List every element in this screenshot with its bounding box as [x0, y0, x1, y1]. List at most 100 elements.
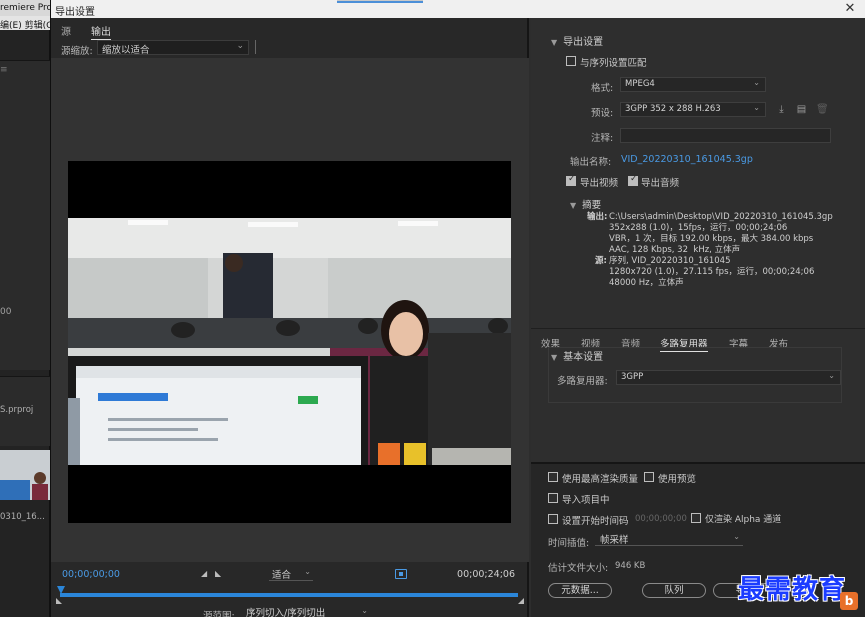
panel-menu-icon[interactable]: ≡ [0, 65, 8, 75]
max-render-quality-label: 使用最高渲染质量 [562, 474, 639, 485]
render-alpha-only-checkbox[interactable] [691, 513, 701, 523]
mark-in-icon[interactable]: ◢ [201, 569, 207, 578]
save-preset-icon[interactable]: ⤓ [776, 104, 787, 115]
summary-output-label: 输出: [587, 212, 608, 222]
export-audio-label: 导出音频 [641, 178, 680, 189]
dialog-title-bar: 导出设置 [51, 0, 865, 18]
basic-settings-header[interactable]: ▼ 基本设置 [551, 348, 603, 363]
tab-source[interactable]: 源 [61, 23, 71, 38]
preset-select[interactable]: 3GPP 352 x 288 H.263 ⌄ [620, 102, 766, 117]
summary-header[interactable]: ▼ 摘要 [570, 197, 601, 211]
close-icon[interactable]: ✕ [839, 0, 861, 18]
preset-label: 预设: [591, 108, 614, 119]
summary-output-block: C:\Users\admin\Desktop\VID_20220310_1610… [609, 212, 833, 256]
source-range-select[interactable]: 序列切入/序列切出 ⌄ [241, 605, 371, 617]
estimated-size-label: 估计文件大小: [548, 563, 609, 574]
import-preset-icon[interactable]: ▤ [796, 104, 807, 115]
max-render-quality-checkbox[interactable] [548, 472, 558, 482]
zoom-fit-value: 适合 [272, 570, 292, 581]
chevron-down-icon: ⌄ [733, 532, 740, 541]
summary-output-line: C:\Users\admin\Desktop\VID_20220310_1610… [609, 212, 833, 222]
export-settings-title: 导出设置 [563, 37, 604, 48]
time-interpolation-label: 时间插值: [548, 538, 590, 549]
import-into-project-checkbox[interactable] [548, 493, 558, 503]
collapse-triangle-icon: ▼ [551, 353, 558, 362]
output-name-label: 输出名称: [570, 157, 612, 168]
dialog-title: 导出设置 [55, 7, 95, 18]
queue-button[interactable]: 队列 [642, 583, 706, 598]
background-clip-thumbnail[interactable] [0, 450, 50, 500]
summary-output-line: AAC, 128 Kbps, 32 kHz, 立体声 [609, 245, 741, 255]
background-clip-name: 0310_16... [0, 512, 45, 522]
background-menu-clip[interactable]: 剪辑(C [25, 21, 50, 30]
background-project-file: S.prproj [0, 405, 34, 415]
range-out-handle[interactable] [518, 598, 524, 604]
background-menu-edit[interactable]: 编(E) [0, 21, 22, 30]
export-frame-icon[interactable] [395, 569, 407, 579]
source-range-value: 序列切入/序列切出 [246, 608, 326, 617]
export-settings-header[interactable]: ▼ 导出设置 [551, 33, 603, 48]
source-scale-select[interactable]: 缩放以适合 ⌄ [97, 40, 249, 56]
timeline-track[interactable] [60, 593, 518, 597]
estimated-size-value: 946 KB [615, 561, 646, 571]
use-previews-checkbox[interactable] [644, 472, 654, 482]
preset-value: 3GPP 352 x 288 H.263 [625, 104, 721, 114]
render-alpha-only-label: 仅渲染 Alpha 通道 [705, 515, 782, 525]
source-scale-label: 源缩放: [61, 46, 93, 57]
summary-source-label: 源: [595, 256, 607, 266]
chevron-down-icon: ⌄ [753, 103, 760, 112]
mark-out-icon[interactable]: ◣ [215, 569, 221, 578]
summary-output-line: VBR，1 次，目标 192.00 kbps，最大 384.00 kbps [609, 234, 814, 244]
tab-output[interactable]: 输出 [91, 23, 111, 40]
match-sequence-checkbox[interactable] [566, 56, 576, 66]
metadata-button[interactable]: 元数据... [548, 583, 612, 598]
format-label: 格式: [591, 83, 614, 94]
summary-source-line: 1280x720 (1.0)，27.115 fps，运行，00;00;24;06 [609, 267, 815, 277]
output-name-link[interactable]: VID_20220310_161045.3gp [621, 154, 753, 165]
export-settings-dialog: 导出设置 ✕ 源 输出 源缩放: 缩放以适合 ⌄ 00;00;00;00 ◢ ◣… [50, 0, 865, 617]
basic-settings-title: 基本设置 [563, 352, 604, 363]
tab-divider [531, 328, 865, 329]
time-interpolation-value: 帧采样 [600, 535, 629, 546]
use-previews-label: 使用预览 [658, 474, 697, 485]
background-source-panel: ≡ 00 [0, 60, 50, 370]
chevron-down-icon: ⌄ [361, 606, 368, 615]
background-timecode: 00 [0, 307, 12, 317]
collapse-triangle-icon: ▼ [570, 201, 577, 210]
multiplexer-select[interactable]: 3GPP ⌄ [616, 370, 841, 385]
summary-source-block: 序列, VID_20220310_161045 1280x720 (1.0)，2… [609, 256, 814, 289]
comments-input[interactable] [620, 128, 831, 143]
format-value: MPEG4 [625, 79, 655, 89]
set-start-timecode-checkbox[interactable] [548, 514, 558, 524]
preview-canvas [51, 58, 529, 562]
source-range-label: 源范围: [203, 611, 235, 617]
multiplexer-label: 多路复用器: [557, 376, 608, 387]
timecode-duration: 00;00;24;06 [457, 569, 515, 580]
delete-preset-icon[interactable]: 🗑 [816, 104, 829, 115]
range-in-handle[interactable] [56, 598, 62, 604]
zoom-fit-select[interactable]: 适合 ⌄ [269, 567, 313, 581]
import-into-project-label: 导入项目中 [562, 495, 610, 506]
source-scale-value: 缩放以适合 [102, 45, 150, 56]
multiplexer-value: 3GPP [621, 372, 644, 382]
start-timecode-field[interactable]: 00;00;00;00 [635, 514, 687, 524]
match-sequence-label: 与序列设置匹配 [580, 58, 647, 69]
watermark-logo-text: 最需教育 [738, 575, 847, 605]
time-interpolation-select[interactable]: 帧采样 ⌄ [595, 532, 743, 546]
summary-title: 摘要 [582, 200, 602, 211]
timecode-current[interactable]: 00;00;00;00 [62, 569, 120, 580]
comments-label: 注释: [591, 133, 614, 144]
chevron-down-icon: ⌄ [753, 78, 760, 87]
export-audio-checkbox[interactable] [628, 174, 638, 186]
background-premiere-window: remiere Pro 编(E) 剪辑(C ≡ 00 S.prproj 0310… [0, 0, 50, 617]
export-video-label: 导出视频 [580, 178, 619, 189]
video-frame-illustration [68, 218, 511, 465]
format-select[interactable]: MPEG4 ⌄ [620, 77, 766, 92]
export-video-checkbox[interactable] [566, 174, 576, 186]
summary-source-line: 48000 Hz，立体声 [609, 278, 684, 288]
background-taskbar-fragment [337, 0, 423, 3]
toolbar-divider [255, 40, 256, 54]
chevron-down-icon: ⌄ [828, 371, 835, 380]
collapse-triangle-icon: ▼ [551, 38, 558, 47]
background-menu-bar: 编(E) 剪辑(C [0, 16, 50, 30]
